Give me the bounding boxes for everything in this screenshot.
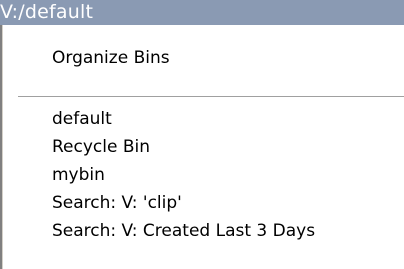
- bin-item-search-clip[interactable]: Search: V: 'clip': [52, 192, 182, 214]
- organize-bins-menu-item[interactable]: Organize Bins: [52, 47, 170, 69]
- bin-path-header[interactable]: V:/default: [0, 0, 404, 25]
- bin-item-default[interactable]: default: [52, 108, 112, 130]
- bin-item-recycle-bin[interactable]: Recycle Bin: [52, 136, 150, 158]
- menu-separator: [18, 96, 404, 98]
- bin-item-search-last-3-days[interactable]: Search: V: Created Last 3 Days: [52, 220, 315, 242]
- menu-left-border-highlight: [2, 25, 3, 269]
- bin-item-mybin[interactable]: mybin: [52, 164, 105, 186]
- bin-dropdown-menu: Organize Bins default Recycle Bin mybin …: [0, 25, 404, 269]
- bin-path-title: V:/default: [0, 1, 94, 23]
